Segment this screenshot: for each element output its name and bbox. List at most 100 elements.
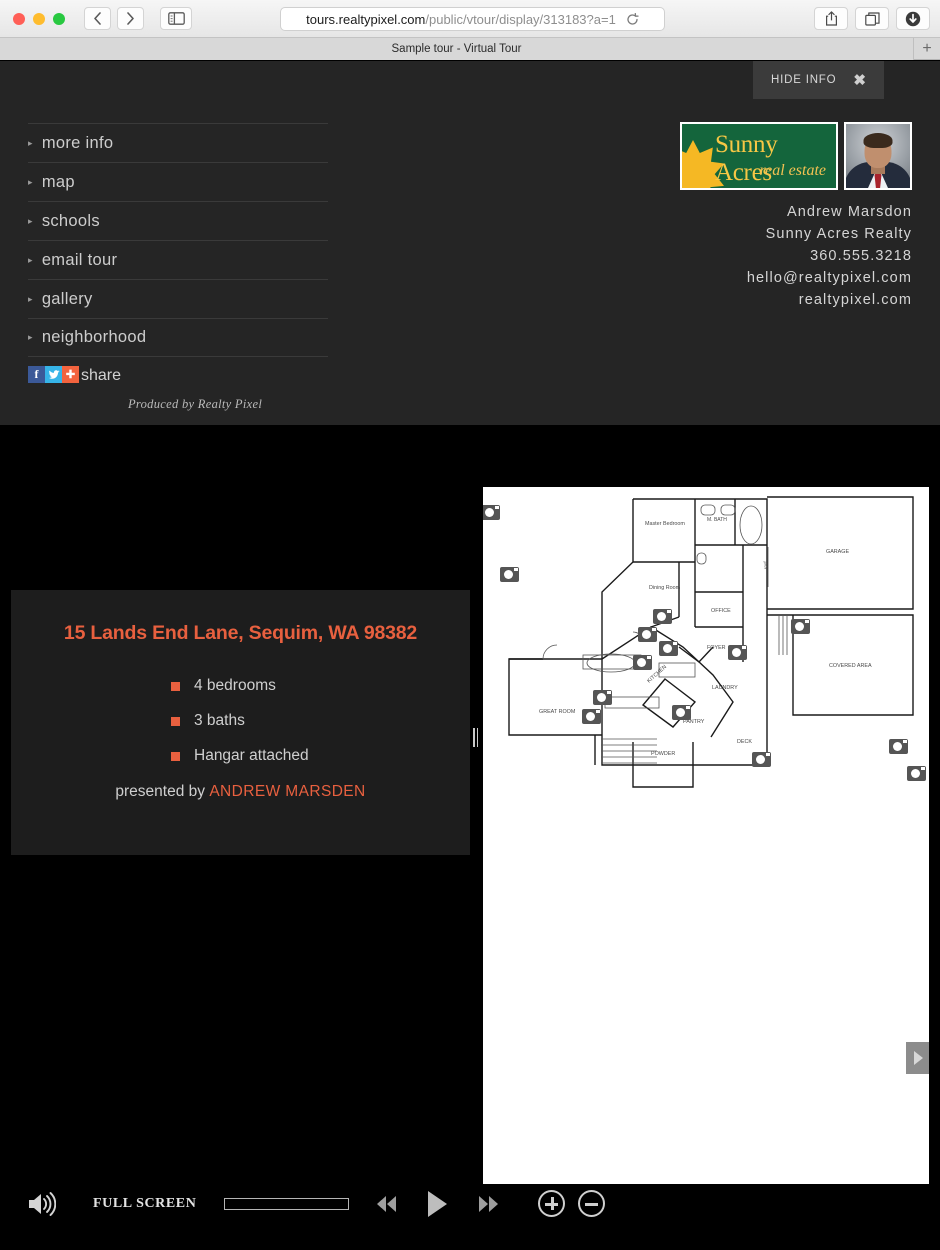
- menu-item-label: email tour: [41, 250, 118, 269]
- fast-forward-button[interactable]: [479, 1195, 499, 1212]
- zoom-out-button[interactable]: [578, 1190, 606, 1217]
- camera-hotspot[interactable]: [653, 609, 672, 624]
- menu-item-neighborhood[interactable]: ▸ neighborhood: [28, 318, 328, 357]
- camera-hotspot[interactable]: [889, 739, 908, 754]
- share-icon: [825, 11, 837, 26]
- close-icon[interactable]: ✖: [853, 73, 866, 88]
- camera-hotspot[interactable]: [672, 705, 691, 720]
- svg-text:GREAT ROOM: GREAT ROOM: [539, 709, 576, 715]
- menu-item-schools[interactable]: ▸ schools: [28, 201, 328, 240]
- feature-label: 4 bedrooms: [194, 677, 276, 694]
- svg-text:OFFICE: OFFICE: [711, 608, 731, 614]
- address-bar[interactable]: tours.realtypixel.com/public/vtour/displ…: [280, 7, 665, 31]
- rewind-button[interactable]: [377, 1195, 397, 1212]
- agent-email[interactable]: hello@realtypixel.com: [672, 267, 912, 289]
- camera-hotspot[interactable]: [593, 690, 612, 705]
- browser-right-tools: [814, 7, 930, 30]
- share-label: share: [81, 367, 122, 384]
- brokerage-logo[interactable]: Sunny Acres real estate: [680, 122, 838, 190]
- menu-item-label: schools: [41, 211, 100, 230]
- feature-item: Hangar attached: [171, 747, 470, 765]
- camera-hotspot[interactable]: [728, 645, 747, 660]
- share-button[interactable]: [814, 7, 848, 30]
- agent-contact: Andrew Marsdon Sunny Acres Realty 360.55…: [672, 201, 912, 311]
- camera-hotspot[interactable]: [483, 505, 500, 520]
- tab-title: Sample tour - Virtual Tour: [391, 42, 522, 55]
- progress-bar[interactable]: [224, 1197, 350, 1210]
- browser-toolbar: tours.realtypixel.com/public/vtour/displ…: [0, 0, 940, 38]
- presented-agent-name: ANDREW MARSDEN: [209, 783, 366, 800]
- show-tabs-button[interactable]: [855, 7, 889, 30]
- camera-hotspot[interactable]: [752, 752, 771, 767]
- hide-info-label: HIDE INFO: [771, 74, 837, 86]
- downloads-button[interactable]: [896, 7, 930, 30]
- reload-icon[interactable]: [626, 12, 639, 26]
- twitter-icon[interactable]: [45, 366, 62, 383]
- addthis-icon[interactable]: [62, 366, 79, 383]
- camera-hotspot[interactable]: [582, 709, 601, 724]
- camera-hotspot[interactable]: [638, 627, 657, 642]
- camera-hotspot[interactable]: [633, 655, 652, 670]
- menu-item-more-info[interactable]: ▸ more info: [28, 123, 328, 162]
- property-card: 15 Lands End Lane, Sequim, WA 98382 4 be…: [11, 590, 470, 855]
- forward-button[interactable]: [117, 7, 144, 30]
- maximize-window-button[interactable]: [53, 12, 65, 25]
- next-scene-button[interactable]: [906, 1042, 929, 1074]
- agent-block: Sunny Acres real estate Andrew Marsdon S…: [672, 122, 912, 311]
- fullscreen-button[interactable]: FULL SCREEN: [93, 1196, 196, 1212]
- property-address: 15 Lands End Lane, Sequim, WA 98382: [63, 622, 418, 644]
- info-menu: ▸ more info ▸ map ▸ schools ▸ email tour…: [28, 123, 328, 357]
- url-path: /public/vtour/display/313183?a=1: [425, 11, 616, 27]
- agent-name: Andrew Marsdon: [786, 204, 912, 220]
- tour-stage: 15 Lands End Lane, Sequim, WA 98382 4 be…: [0, 425, 940, 1250]
- player-controls: FULL SCREEN: [0, 1184, 940, 1250]
- rewind-triangle-icon: [377, 1195, 387, 1212]
- presented-prefix: presented by: [115, 783, 210, 800]
- navigation-buttons: [84, 7, 144, 30]
- plus-vertical-bar: [551, 1197, 554, 1210]
- zoom-in-button[interactable]: [538, 1190, 566, 1217]
- svg-text:GARAGE: GARAGE: [826, 549, 849, 555]
- volume-button[interactable]: [26, 1191, 56, 1217]
- menu-item-label: map: [41, 172, 75, 191]
- svg-text:Dining Room: Dining Room: [649, 585, 681, 591]
- page-root: tours.realtypixel.com/public/vtour/displ…: [0, 0, 940, 1250]
- bullet-square-icon: [171, 681, 180, 691]
- panel-drag-handle[interactable]: [473, 728, 478, 747]
- camera-hotspot[interactable]: [659, 641, 678, 656]
- close-window-button[interactable]: [13, 12, 25, 25]
- agent-website[interactable]: realtypixel.com: [672, 289, 912, 311]
- tab-bar: Sample tour - Virtual Tour +: [0, 37, 940, 60]
- agent-images: Sunny Acres real estate: [672, 122, 912, 190]
- show-sidebar-button[interactable]: [160, 7, 192, 30]
- agent-phone[interactable]: 360.555.3218: [672, 245, 912, 267]
- menu-item-email-tour[interactable]: ▸ email tour: [28, 240, 328, 279]
- caret-right-icon: ▸: [28, 332, 33, 342]
- menu-item-map[interactable]: ▸ map: [28, 162, 328, 201]
- facebook-icon[interactable]: f: [28, 366, 45, 383]
- speaker-icon: [29, 1191, 56, 1216]
- feature-item: 4 bedrooms: [171, 677, 470, 695]
- camera-hotspot[interactable]: [791, 619, 810, 634]
- hide-info-button[interactable]: HIDE INFO ✖: [753, 61, 884, 99]
- minimize-window-button[interactable]: [33, 12, 45, 25]
- svg-text:LAUNDRY: LAUNDRY: [712, 685, 738, 691]
- camera-hotspot[interactable]: [907, 766, 926, 781]
- svg-text:POWDER: POWDER: [651, 751, 675, 757]
- presented-by: presented by ANDREW MARSDEN: [11, 783, 470, 801]
- back-button[interactable]: [84, 7, 111, 30]
- menu-item-label: more info: [41, 133, 114, 152]
- caret-right-icon: ▸: [28, 254, 33, 265]
- floorplan-viewer[interactable]: Master Bedroom M. BATH GARAGE Dining Roo…: [483, 487, 929, 1248]
- svg-text:roof: roof: [763, 561, 768, 569]
- svg-text:COVERED AREA: COVERED AREA: [829, 663, 872, 669]
- menu-item-label: gallery: [41, 289, 93, 308]
- svg-text:Master Bedroom: Master Bedroom: [645, 521, 685, 527]
- menu-item-gallery[interactable]: ▸ gallery: [28, 279, 328, 318]
- forward-triangle-icon: [489, 1195, 499, 1212]
- tab-sample-tour[interactable]: Sample tour - Virtual Tour: [0, 37, 914, 60]
- url-host: tours.realtypixel.com: [306, 11, 426, 27]
- new-tab-button[interactable]: +: [914, 40, 940, 58]
- play-button[interactable]: [428, 1190, 448, 1217]
- camera-hotspot[interactable]: [500, 567, 519, 582]
